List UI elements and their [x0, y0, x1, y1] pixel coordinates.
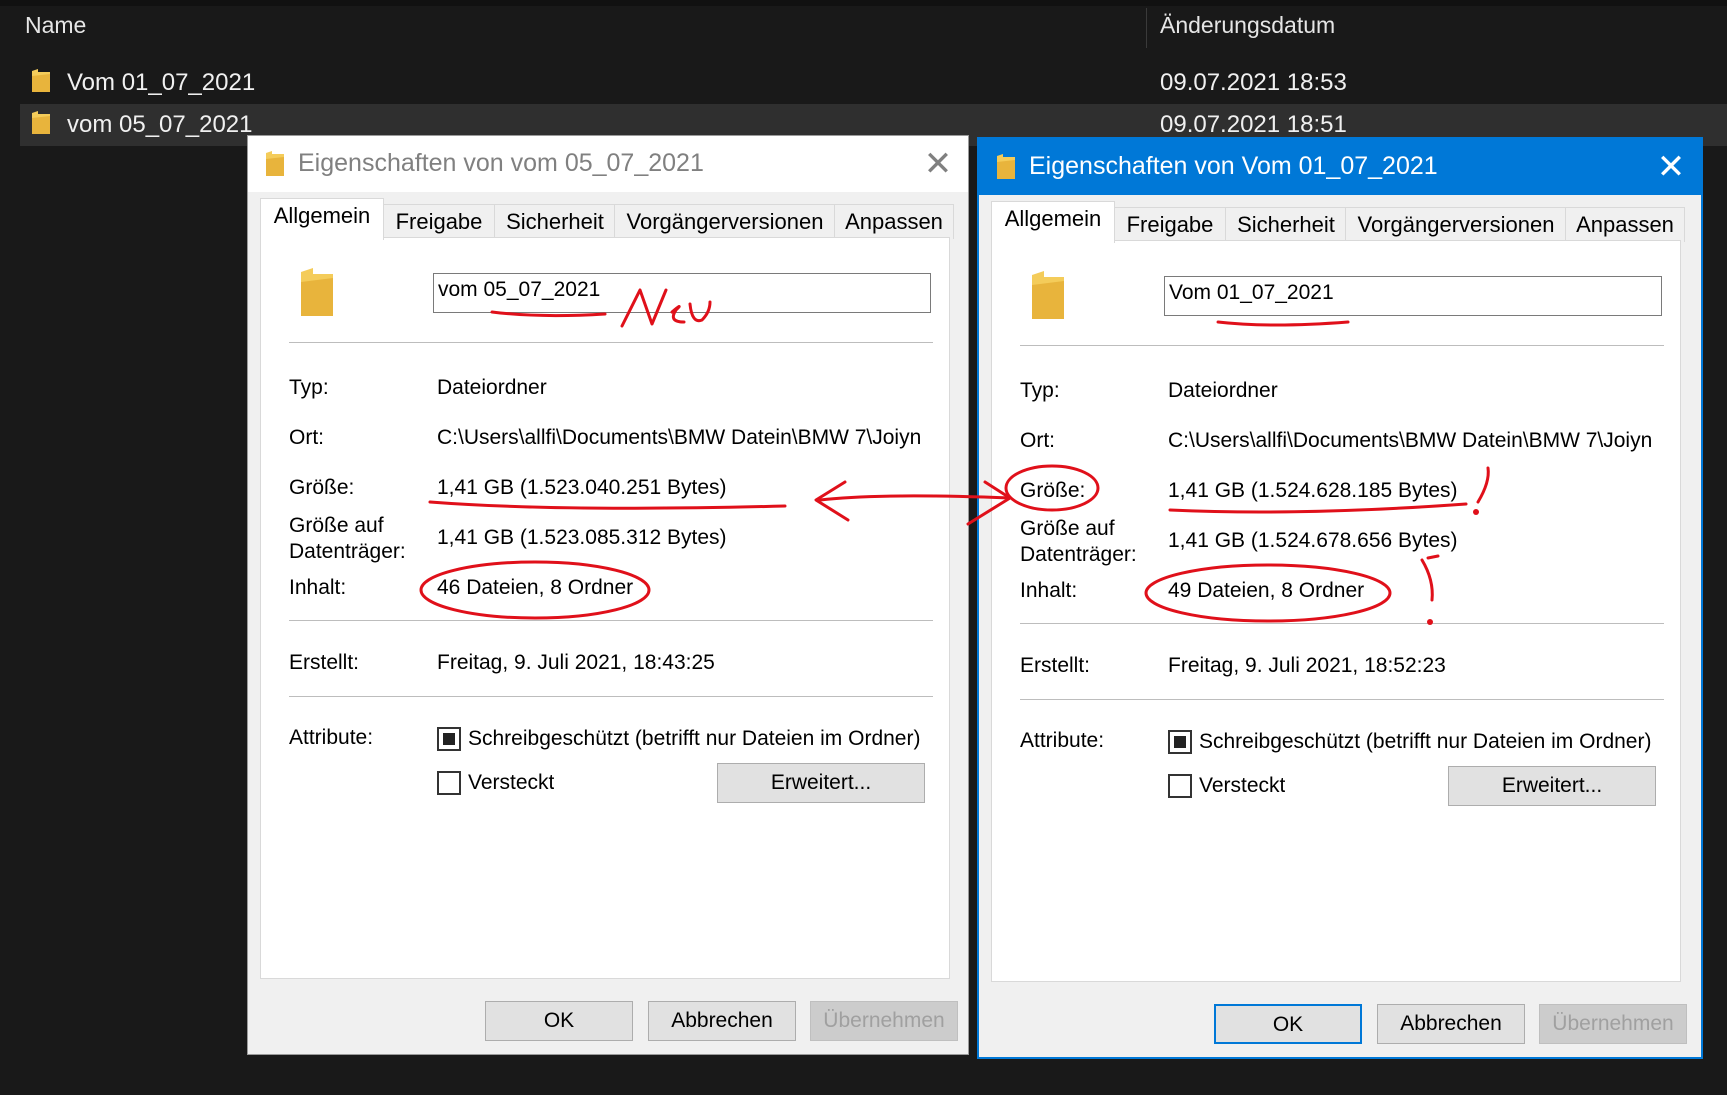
erstellt-value: Freitag, 9. Juli 2021, 18:43:25	[437, 651, 715, 674]
erstellt-label: Erstellt:	[289, 651, 360, 674]
general-panel: Vom 01_07_2021 Typ: Dateiordner Ort: C:\…	[991, 240, 1681, 982]
erstellt-label: Erstellt:	[1020, 654, 1091, 677]
properties-dialog-left: Eigenschaften von vom 05_07_2021 ✕ Allge…	[247, 135, 969, 1055]
groesse-value: 1,41 GB (1.524.628.185 Bytes)	[1168, 479, 1458, 502]
attribute-label: Attribute:	[1020, 729, 1105, 752]
column-header-date[interactable]: Änderungsdatum	[1160, 8, 1335, 56]
inhalt-value: 49 Dateien, 8 Ordner	[1168, 579, 1365, 602]
tab-sicherheit[interactable]: Sicherheit	[1225, 207, 1347, 242]
titlebar[interactable]: Eigenschaften von vom 05_07_2021 ✕	[248, 136, 968, 192]
advanced-button[interactable]: Erweitert...	[1448, 766, 1656, 806]
ok-button[interactable]: OK	[1214, 1004, 1362, 1044]
large-folder-icon	[1032, 271, 1064, 319]
inhalt-value: 46 Dateien, 8 Ordner	[437, 576, 634, 599]
titlebar[interactable]: Eigenschaften von Vom 01_07_2021 ✕	[979, 139, 1701, 195]
tab-freigabe[interactable]: Freigabe	[1113, 207, 1227, 242]
tab-vorgaengerversionen[interactable]: Vorgängerversionen	[1345, 207, 1567, 242]
dialog-title: Eigenschaften von vom 05_07_2021	[298, 149, 704, 177]
folder-icon	[997, 154, 1015, 179]
ok-button[interactable]: OK	[485, 1001, 633, 1041]
file-name: vom 05_07_2021	[67, 111, 253, 138]
gad-label-line2: Datenträger:	[289, 540, 406, 563]
tab-anpassen[interactable]: Anpassen	[834, 204, 954, 239]
readonly-label[interactable]: Schreibgeschützt (betrifft nur Dateien i…	[1199, 729, 1651, 755]
erstellt-value: Freitag, 9. Juli 2021, 18:52:23	[1168, 654, 1446, 677]
gad-label-line2: Datenträger:	[1020, 543, 1137, 566]
dialog-title: Eigenschaften von Vom 01_07_2021	[1029, 152, 1438, 180]
advanced-button[interactable]: Erweitert...	[717, 763, 925, 803]
readonly-checkbox[interactable]	[1168, 730, 1192, 754]
tab-allgemein[interactable]: Allgemein	[991, 201, 1115, 243]
gad-value: 1,41 GB (1.524.678.656 Bytes)	[1168, 529, 1458, 552]
divider	[289, 696, 933, 697]
large-folder-icon	[301, 268, 333, 316]
file-row[interactable]: Vom 01_07_2021 09.07.2021 18:53	[20, 62, 1727, 104]
apply-button[interactable]: Übernehmen	[810, 1001, 958, 1041]
folder-name-field[interactable]: Vom 01_07_2021	[1164, 276, 1662, 316]
typ-label: Typ:	[289, 376, 329, 399]
typ-label: Typ:	[1020, 379, 1060, 402]
typ-value: Dateiordner	[437, 376, 547, 399]
column-divider[interactable]	[1146, 8, 1147, 48]
tab-allgemein[interactable]: Allgemein	[260, 198, 384, 240]
tab-vorgaengerversionen[interactable]: Vorgängerversionen	[614, 204, 836, 239]
tab-sicherheit[interactable]: Sicherheit	[494, 204, 616, 239]
inhalt-label: Inhalt:	[289, 576, 347, 599]
inhalt-label: Inhalt:	[1020, 579, 1078, 602]
file-date: 09.07.2021 18:53	[1160, 69, 1347, 96]
general-panel: vom 05_07_2021 Typ: Dateiordner Ort: C:\…	[260, 237, 950, 979]
readonly-label[interactable]: Schreibgeschützt (betrifft nur Dateien i…	[468, 726, 920, 752]
cancel-button[interactable]: Abbrechen	[648, 1001, 796, 1041]
explorer-top-strip	[0, 0, 1727, 6]
close-icon[interactable]: ✕	[908, 136, 968, 192]
folder-icon	[266, 151, 284, 176]
attribute-label: Attribute:	[289, 726, 374, 749]
hidden-checkbox[interactable]	[1168, 774, 1192, 798]
tab-freigabe[interactable]: Freigabe	[382, 204, 496, 239]
cancel-button[interactable]: Abbrechen	[1377, 1004, 1525, 1044]
divider	[1020, 623, 1664, 624]
readonly-checkbox[interactable]	[437, 727, 461, 751]
ort-label: Ort:	[289, 426, 324, 449]
column-header-name[interactable]: Name	[25, 8, 86, 56]
divider	[289, 342, 933, 343]
ort-value: C:\Users\allfi\Documents\BMW Datein\BMW …	[1168, 429, 1653, 452]
divider	[1020, 699, 1664, 700]
divider	[289, 620, 933, 621]
groesse-value: 1,41 GB (1.523.040.251 Bytes)	[437, 476, 727, 499]
file-name: Vom 01_07_2021	[67, 69, 256, 96]
gad-label-line1: Größe auf	[289, 514, 384, 537]
divider	[1020, 345, 1664, 346]
folder-icon	[32, 111, 50, 134]
tab-anpassen[interactable]: Anpassen	[1565, 207, 1685, 242]
hidden-label[interactable]: Versteckt	[468, 770, 554, 796]
gad-value: 1,41 GB (1.523.085.312 Bytes)	[437, 526, 727, 549]
hidden-label[interactable]: Versteckt	[1199, 773, 1285, 799]
folder-name-field[interactable]: vom 05_07_2021	[433, 273, 931, 313]
ort-value: C:\Users\allfi\Documents\BMW Datein\BMW …	[437, 426, 922, 449]
ort-label: Ort:	[1020, 429, 1055, 452]
close-icon[interactable]: ✕	[1641, 139, 1701, 195]
apply-button[interactable]: Übernehmen	[1539, 1004, 1687, 1044]
hidden-checkbox[interactable]	[437, 771, 461, 795]
gad-label-line1: Größe auf	[1020, 517, 1115, 540]
properties-dialog-right: Eigenschaften von Vom 01_07_2021 ✕ Allge…	[977, 137, 1703, 1059]
typ-value: Dateiordner	[1168, 379, 1278, 402]
folder-icon	[32, 69, 50, 92]
groesse-label: Größe:	[1020, 479, 1086, 502]
groesse-label: Größe:	[289, 476, 355, 499]
